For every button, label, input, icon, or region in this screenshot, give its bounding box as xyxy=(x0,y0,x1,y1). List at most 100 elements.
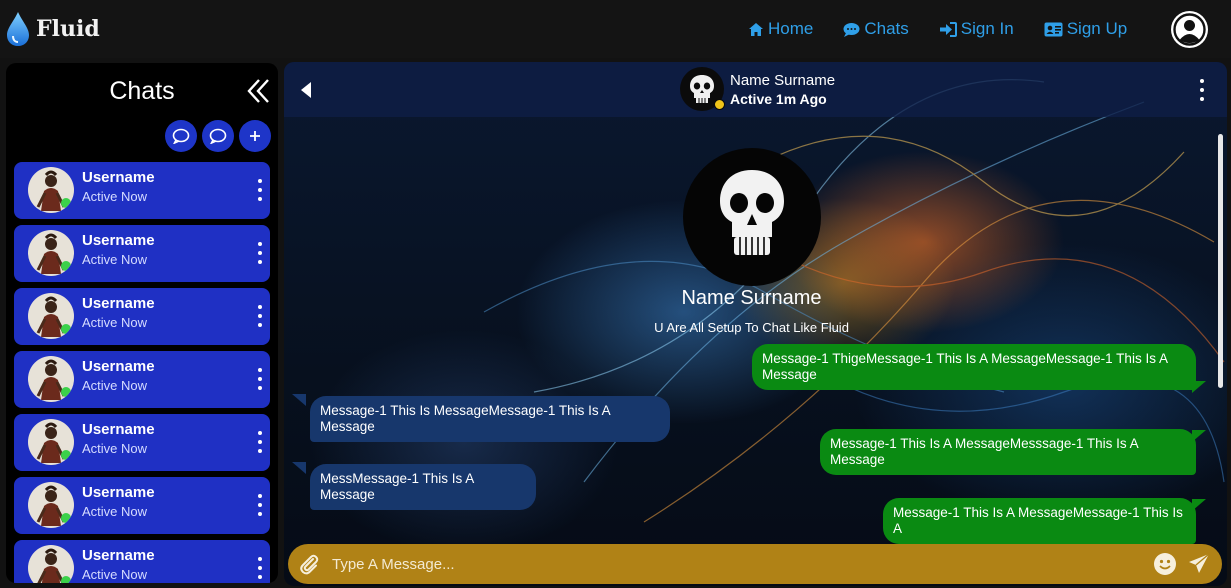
nav-sign-in-label: Sign In xyxy=(960,19,1014,38)
chat-panel: Name Surname Active 1m Ago Name Surname … xyxy=(284,62,1227,586)
online-indicator xyxy=(61,513,71,523)
chat-status: Active Now xyxy=(82,189,148,204)
message-tail xyxy=(292,462,306,474)
more-vertical-icon[interactable] xyxy=(256,368,264,390)
new-chat-button[interactable] xyxy=(165,120,197,152)
more-vertical-icon[interactable] xyxy=(256,431,264,453)
online-indicator xyxy=(61,198,71,208)
avatar xyxy=(28,419,74,465)
message-tail xyxy=(1192,381,1206,393)
more-vertical-icon[interactable] xyxy=(256,242,264,264)
chat-status: Active Now xyxy=(82,441,148,456)
chat-status: Active Now xyxy=(82,378,148,393)
sidebar-title: Chats xyxy=(109,77,175,105)
avatar xyxy=(28,167,74,213)
avatar xyxy=(28,356,74,402)
chat-list-item[interactable]: Username Active Now xyxy=(14,351,270,408)
chat-list-item[interactable]: Username Active Now xyxy=(14,414,270,471)
chat-username: Username xyxy=(82,547,155,564)
profile-name: Name Surname xyxy=(681,287,822,309)
plus-icon xyxy=(250,131,260,141)
more-vertical-icon[interactable] xyxy=(256,305,264,327)
message-tail xyxy=(1192,499,1206,511)
back-arrow-icon[interactable] xyxy=(299,81,313,99)
online-indicator xyxy=(61,387,71,397)
nav-home-label: Home xyxy=(768,19,814,38)
nav-chats-link[interactable]: Chats xyxy=(843,19,909,39)
nav-links: Home Chats Sign In Sign Up xyxy=(748,0,1157,58)
paperclip-icon[interactable] xyxy=(298,553,320,575)
brand-name: Fluid xyxy=(36,16,100,42)
online-indicator xyxy=(61,450,71,460)
chat-username: Username xyxy=(82,421,155,438)
online-indicator xyxy=(61,324,71,334)
incoming-message[interactable]: Message-1 This Is MessageMessage-1 This … xyxy=(310,396,670,442)
chat-bubble-icon xyxy=(209,128,227,144)
more-vertical-icon[interactable] xyxy=(256,557,264,579)
avatar xyxy=(28,482,74,528)
incoming-message[interactable]: MessMessage-1 This Is A Message xyxy=(310,464,536,510)
chat-list: Username Active Now Username Active Now … xyxy=(14,162,270,583)
profile-subtitle: U Are All Setup To Chat Like Fluid xyxy=(654,320,849,335)
avatar xyxy=(28,545,74,583)
chat-list-item[interactable]: Username Active Now xyxy=(14,540,270,583)
chat-list-item[interactable]: Username Active Now xyxy=(14,288,270,345)
skull-icon xyxy=(720,170,784,255)
message-composer xyxy=(288,544,1222,584)
nav-sign-up-link[interactable]: Sign Up xyxy=(1044,19,1127,39)
message-input[interactable] xyxy=(332,549,1142,579)
brand[interactable]: Fluid xyxy=(6,11,100,47)
emoji-icon[interactable] xyxy=(1154,553,1176,575)
online-indicator xyxy=(61,261,71,271)
outgoing-message[interactable]: Message-1 ThigeMessage-1 This Is A Messa… xyxy=(752,344,1196,390)
contact-avatar[interactable] xyxy=(680,67,725,111)
profile-avatar xyxy=(683,148,821,286)
send-icon[interactable] xyxy=(1187,552,1211,576)
message-tail xyxy=(292,394,306,406)
more-vertical-icon[interactable] xyxy=(1197,79,1207,101)
double-chevron-left-icon[interactable] xyxy=(246,78,272,104)
avatar xyxy=(28,293,74,339)
contact-status: Active 1m Ago xyxy=(730,91,827,107)
nav-home-link[interactable]: Home xyxy=(748,19,813,39)
outgoing-message[interactable]: Message-1 This Is A MessageMesssage-1 Th… xyxy=(820,429,1196,475)
id-card-icon xyxy=(1044,22,1063,36)
nav-sign-in-link[interactable]: Sign In xyxy=(939,19,1014,39)
more-vertical-icon[interactable] xyxy=(256,494,264,516)
chat-username: Username xyxy=(82,232,155,249)
outgoing-message[interactable]: Message-1 This Is A MessageMessage-1 Thi… xyxy=(883,498,1196,544)
contact-name: Name Surname xyxy=(730,72,836,89)
scrollbar[interactable] xyxy=(1218,134,1223,388)
add-button[interactable] xyxy=(239,120,271,152)
new-group-button[interactable] xyxy=(202,120,234,152)
chat-username: Username xyxy=(82,484,155,501)
more-vertical-icon[interactable] xyxy=(256,179,264,201)
chat-header: Name Surname Active 1m Ago xyxy=(284,62,1227,117)
user-profile-button[interactable] xyxy=(1171,11,1208,48)
status-dot xyxy=(714,99,725,110)
skull-icon xyxy=(690,75,714,103)
chat-list-item[interactable]: Username Active Now xyxy=(14,162,270,219)
chat-status: Active Now xyxy=(82,567,148,582)
chat-username: Username xyxy=(82,358,155,375)
nav-chats-label: Chats xyxy=(864,19,909,38)
chat-list-item[interactable]: Username Active Now xyxy=(14,225,270,282)
chat-bubble-icon xyxy=(843,22,860,37)
user-circle-icon xyxy=(1173,13,1206,46)
chat-username: Username xyxy=(82,169,155,186)
chat-bubble-icon xyxy=(172,128,190,144)
online-indicator xyxy=(61,576,71,583)
top-navbar: Fluid Home Chats Sign In Sign Up xyxy=(0,0,1231,58)
chat-username: Username xyxy=(82,295,155,312)
sign-in-icon xyxy=(939,21,957,37)
chat-status: Active Now xyxy=(82,504,148,519)
chat-status: Active Now xyxy=(82,252,148,267)
chat-list-item[interactable]: Username Active Now xyxy=(14,477,270,534)
chat-status: Active Now xyxy=(82,315,148,330)
avatar xyxy=(28,230,74,276)
chats-sidebar: Chats Username Active Now Username Activ… xyxy=(6,63,278,583)
home-icon xyxy=(749,22,763,36)
nav-sign-up-label: Sign Up xyxy=(1066,19,1128,38)
water-drop-icon xyxy=(7,12,29,46)
sidebar-actions xyxy=(165,120,276,152)
